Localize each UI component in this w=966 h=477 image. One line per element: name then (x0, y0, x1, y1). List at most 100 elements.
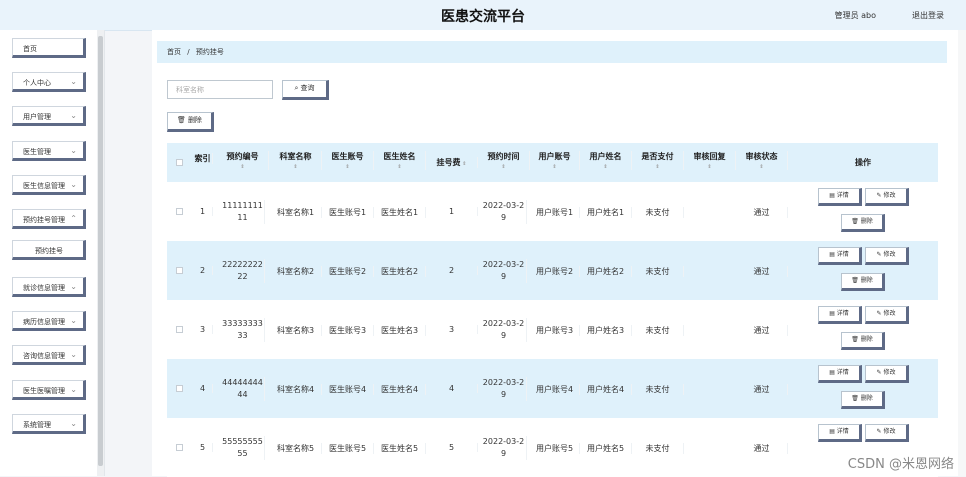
sidebar-item-visit-info[interactable]: 就诊信息管理 ⌄ (12, 277, 86, 297)
header-paid[interactable]: 是否支付 ⇕ (632, 151, 684, 170)
row-checkbox[interactable] (176, 444, 183, 451)
cell-review-status: 通过 (736, 384, 788, 395)
chevron-down-icon: ⌄ (70, 385, 77, 394)
sidebar-item-doctor-orders[interactable]: 医生医嘱管理 ⌄ (12, 380, 86, 400)
header-user-account[interactable]: 用户账号 ⇕ (530, 151, 580, 170)
cell-appointment-id: 22222222 22 (221, 259, 265, 283)
row-checkbox[interactable] (176, 385, 183, 392)
header-review-reply[interactable]: 审核回复 ⇕ (684, 151, 736, 170)
edit-button[interactable]: ✎ 修改 (865, 424, 909, 442)
table-header: 索引 预约编号 ⇕ 科室名称 ⇕ 医生账号 ⇕ 医生姓名 ⇕ 挂号费 ⇕ 预约时间 ⇕ 用… (167, 143, 938, 182)
cell-appointment-id: 44444444 44 (221, 377, 265, 401)
breadcrumb: 首页 / 预约挂号 (157, 41, 947, 63)
chevron-down-icon: ⌄ (70, 419, 77, 428)
detail-button[interactable]: ▤ 详情 (818, 365, 862, 383)
search-icon: ⌕ (294, 84, 299, 92)
cell-appointment-id: 11111111 11 (221, 200, 265, 224)
row-checkbox[interactable] (176, 208, 183, 215)
sidebar-item-appointment-management[interactable]: 预约挂号管理 ⌃ (12, 209, 86, 229)
sidebar-item-doctor-info[interactable]: 医生信息管理 ⌄ (12, 175, 86, 195)
edit-button[interactable]: ✎ 修改 (865, 188, 909, 206)
cell-doctor-name: 医生姓名1 (374, 207, 426, 218)
delete-button[interactable]: 🗑 删除 (841, 391, 885, 409)
header-review-status[interactable]: 审核状态 ⇕ (736, 151, 788, 170)
cell-paid: 未支付 (632, 443, 684, 454)
cell-fee: 2 (426, 266, 478, 275)
cell-index: 4 (193, 384, 213, 393)
chevron-down-icon: ⌄ (70, 282, 77, 291)
header-index[interactable]: 索引 (193, 153, 213, 164)
breadcrumb-separator: / (187, 48, 190, 56)
sidebar-item-medical-record[interactable]: 病历信息管理 ⌄ (12, 311, 86, 331)
header-fee[interactable]: 挂号费 ⇕ (426, 157, 478, 168)
sidebar-item-personal-center[interactable]: 个人中心 ⌄ (12, 72, 86, 92)
edit-button[interactable]: ✎ 修改 (865, 306, 909, 324)
cell-dept-name: 科室名称5 (270, 443, 322, 454)
header-doctor-name[interactable]: 医生姓名 ⇕ (374, 151, 426, 170)
header-dept-name[interactable]: 科室名称 ⇕ (270, 151, 322, 170)
sidebar-subitem-appointment[interactable]: 预约挂号 (12, 240, 86, 260)
page-scrollbar[interactable] (958, 30, 966, 476)
sidebar-item-doctor-management[interactable]: 医生管理 ⌄ (12, 141, 86, 161)
delete-button[interactable]: 🗑 删除 (841, 332, 885, 350)
header-user-name[interactable]: 用户姓名 ⇕ (580, 151, 632, 170)
logout-link[interactable]: 退出登录 (912, 10, 944, 21)
dept-search-input[interactable]: 科室名称 (167, 80, 273, 99)
edit-button[interactable]: ✎ 修改 (865, 247, 909, 265)
table-row: 3 33333333 33 科室名称3 医生账号3 医生姓名3 3 2022-0… (167, 300, 938, 359)
cell-doctor-name: 医生姓名5 (374, 443, 426, 454)
detail-button[interactable]: ▤ 详情 (818, 306, 862, 324)
detail-icon: ▤ (829, 310, 837, 317)
sidebar-scrollbar-thumb[interactable] (98, 36, 103, 466)
detail-icon: ▤ (829, 369, 837, 376)
chevron-down-icon: ⌄ (70, 180, 77, 189)
sidebar-item-home[interactable]: 首页 (12, 38, 86, 58)
sort-icon: ⇕ (603, 164, 608, 170)
detail-button[interactable]: ▤ 详情 (818, 247, 862, 265)
sort-icon: ⇕ (293, 164, 298, 170)
cell-appointment-time: 2022-03-2 9 (481, 318, 527, 342)
cell-review-status: 通过 (736, 325, 788, 336)
row-checkbox[interactable] (176, 326, 183, 333)
chevron-down-icon: ⌄ (70, 146, 77, 155)
breadcrumb-current: 预约挂号 (195, 48, 224, 56)
breadcrumb-home[interactable]: 首页 (157, 48, 181, 56)
query-button[interactable]: ⌕ 查询 (282, 80, 329, 100)
current-user: 管理员 abo (834, 11, 876, 20)
cell-doctor-account: 医生账号2 (322, 266, 374, 277)
cell-appointment-time: 2022-03-2 9 (481, 259, 527, 283)
delete-button[interactable]: 🗑 删除 (841, 214, 885, 232)
header-appointment-time[interactable]: 预约时间 ⇕ (478, 151, 530, 170)
cell-user-name: 用户姓名4 (580, 384, 632, 395)
cell-paid: 未支付 (632, 384, 684, 395)
sort-icon: ⇕ (397, 164, 402, 170)
cell-review-status: 通过 (736, 207, 788, 218)
trash-icon: 🗑 (177, 116, 186, 124)
cell-doctor-name: 医生姓名3 (374, 325, 426, 336)
header-doctor-account[interactable]: 医生账号 ⇕ (322, 151, 374, 170)
table-row: 4 44444444 44 科室名称4 医生账号4 医生姓名4 4 2022-0… (167, 359, 938, 418)
table-row: 2 22222222 22 科室名称2 医生账号2 医生姓名2 2 2022-0… (167, 241, 938, 300)
sidebar-item-consult-info[interactable]: 咨询信息管理 ⌄ (12, 345, 86, 365)
sort-icon: ⇕ (655, 164, 660, 170)
detail-button[interactable]: ▤ 详情 (818, 188, 862, 206)
cell-user-account: 用户账号5 (530, 443, 580, 454)
cell-paid: 未支付 (632, 207, 684, 218)
table-row: 1 11111111 11 科室名称1 医生账号1 医生姓名1 1 2022-0… (167, 182, 938, 241)
sidebar-item-user-management[interactable]: 用户管理 ⌄ (12, 106, 86, 126)
cell-user-name: 用户姓名1 (580, 207, 632, 218)
cell-fee: 5 (426, 443, 478, 452)
cell-doctor-account: 医生账号5 (322, 443, 374, 454)
select-all-checkbox[interactable] (176, 159, 183, 166)
cell-review-status: 通过 (736, 266, 788, 277)
row-checkbox[interactable] (176, 267, 183, 274)
detail-button[interactable]: ▤ 详情 (818, 424, 862, 442)
sort-icon: ⇕ (552, 164, 557, 170)
cell-doctor-name: 医生姓名4 (374, 384, 426, 395)
sidebar-item-system[interactable]: 系统管理 ⌄ (12, 414, 86, 434)
edit-button[interactable]: ✎ 修改 (865, 365, 909, 383)
batch-delete-button[interactable]: 🗑 删除 (167, 112, 214, 132)
cell-index: 5 (193, 443, 213, 452)
header-appointment-id[interactable]: 预约编号 ⇕ (217, 151, 269, 170)
delete-button[interactable]: 🗑 删除 (841, 273, 885, 291)
